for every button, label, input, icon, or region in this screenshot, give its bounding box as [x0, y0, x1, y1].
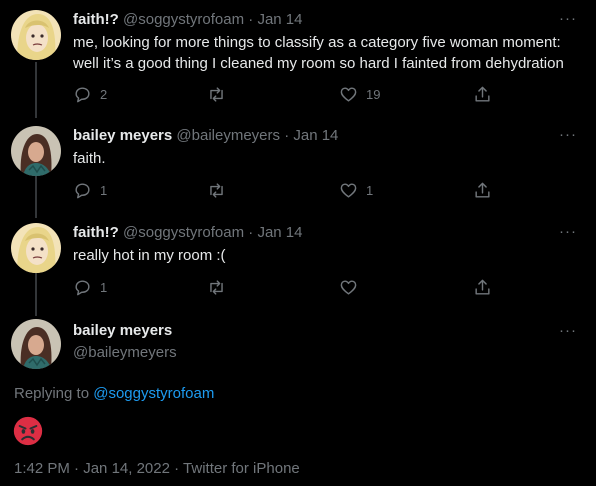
- retweet-icon: [210, 86, 223, 102]
- like-count: 19: [366, 86, 381, 102]
- avatar[interactable]: [11, 223, 61, 273]
- reply-icon: [75, 279, 90, 295]
- avatar-image: [11, 126, 61, 176]
- author-name[interactable]: faith!?: [73, 224, 119, 241]
- share-icon: [475, 182, 490, 198]
- tweet[interactable]: bailey meyers @baileymeyers · Jan 14 ···…: [0, 126, 596, 206]
- separator-dot: ·: [284, 127, 290, 144]
- avatar-image: [11, 10, 61, 60]
- tweet-date[interactable]: Jan 14: [257, 224, 302, 241]
- retweet-icon: [210, 279, 223, 295]
- heart-icon: [340, 86, 357, 102]
- tweet[interactable]: faith!? @soggystyrofoam · Jan 14 ··· me,…: [0, 10, 596, 110]
- like-count: 1: [366, 182, 374, 198]
- avatar-image: [11, 319, 61, 369]
- author-handle[interactable]: @baileymeyers: [73, 344, 177, 361]
- avatar[interactable]: [11, 319, 61, 369]
- separator-dot: ·: [248, 11, 254, 28]
- author-name[interactable]: bailey meyers: [73, 322, 172, 339]
- reply-button[interactable]: 1: [73, 180, 107, 200]
- tweet-actions: 1: [73, 277, 523, 297]
- tweet-source[interactable]: Twitter for iPhone: [183, 460, 300, 477]
- tweet-text-line: really hot in my room :(: [73, 247, 226, 264]
- retweet-icon: [210, 182, 223, 198]
- tweet[interactable]: faith!? @soggystyrofoam · Jan 14 ··· rea…: [0, 223, 596, 303]
- reply-icon: [75, 182, 90, 198]
- reply-icon: [75, 86, 90, 102]
- reply-count: 1: [100, 182, 108, 198]
- author-handle[interactable]: @soggystyrofoam: [123, 224, 244, 241]
- reply-button[interactable]: 2: [73, 84, 107, 104]
- replying-prefix: Replying to: [14, 385, 90, 402]
- tweet-full-date[interactable]: Jan 14, 2022: [83, 460, 170, 477]
- separator-dot: ·: [74, 460, 80, 477]
- heart-icon: [340, 279, 357, 295]
- reply-count: 1: [100, 279, 108, 295]
- retweet-button[interactable]: [207, 84, 234, 104]
- more-options-icon[interactable]: ···: [558, 322, 578, 342]
- separator-dot: ·: [174, 460, 180, 477]
- replying-to: Replying to @soggystyrofoam: [14, 385, 214, 402]
- share-icon: [475, 279, 490, 295]
- avatar-image: [11, 223, 61, 273]
- more-options-icon[interactable]: ···: [558, 223, 578, 243]
- share-button[interactable]: [473, 84, 492, 104]
- tweet-date[interactable]: Jan 14: [257, 11, 302, 28]
- like-button[interactable]: 19: [339, 84, 380, 104]
- share-button[interactable]: [473, 277, 492, 297]
- replying-to-link[interactable]: @soggystyrofoam: [93, 385, 214, 402]
- more-options-icon[interactable]: ···: [558, 126, 578, 146]
- avatar[interactable]: [11, 10, 61, 60]
- tweet-actions: 2 19: [73, 84, 523, 104]
- author-name[interactable]: faith!?: [73, 11, 119, 28]
- heart-icon: [340, 182, 357, 198]
- separator-dot: ·: [248, 224, 254, 241]
- avatar[interactable]: [11, 126, 61, 176]
- tweet-date[interactable]: Jan 14: [293, 127, 338, 144]
- reply-count: 2: [100, 86, 108, 102]
- tweet-metadata: 1:42 PM · Jan 14, 2022 · Twitter for iPh…: [14, 460, 300, 477]
- retweet-button[interactable]: [207, 277, 234, 297]
- author-handle[interactable]: @soggystyrofoam: [123, 11, 244, 28]
- tweet-actions: 1 1: [73, 180, 523, 200]
- share-button[interactable]: [473, 180, 492, 200]
- author-handle[interactable]: @baileymeyers: [176, 127, 280, 144]
- more-options-icon[interactable]: ···: [558, 10, 578, 30]
- author-name[interactable]: bailey meyers: [73, 127, 172, 144]
- tweet-text-line: well it’s a good thing I cleaned my room…: [73, 55, 564, 72]
- reply-button[interactable]: 1: [73, 277, 107, 297]
- tweet-time[interactable]: 1:42 PM: [14, 460, 70, 477]
- share-icon: [475, 86, 490, 102]
- like-button[interactable]: [339, 277, 366, 297]
- like-button[interactable]: 1: [339, 180, 373, 200]
- tweet-text-line: me, looking for more things to classify …: [73, 34, 561, 51]
- angry-face-icon: [13, 416, 43, 446]
- tweet-text-line: faith.: [73, 150, 106, 167]
- retweet-button[interactable]: [207, 180, 234, 200]
